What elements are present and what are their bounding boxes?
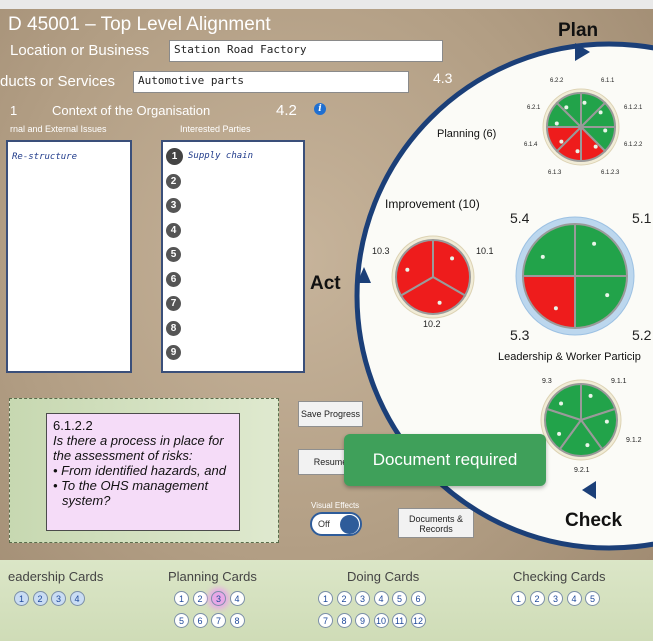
check-pie-segment-dot bbox=[604, 419, 609, 424]
planning-clause-label: 6.1.3 bbox=[548, 170, 562, 176]
doing-card-button-1[interactable]: 1 bbox=[318, 591, 333, 606]
doing-card-button-7[interactable]: 7 bbox=[318, 613, 333, 628]
leadership-cards-title: eadership Cards bbox=[8, 569, 104, 584]
planning-card-button-2[interactable]: 2 bbox=[192, 591, 208, 606]
doing-card-button-9[interactable]: 9 bbox=[355, 613, 370, 628]
leadership-card-button-2[interactable]: 2 bbox=[32, 591, 48, 606]
improvement-clause-label: 10.2 bbox=[423, 319, 441, 329]
doing-card-button-8[interactable]: 8 bbox=[336, 613, 352, 628]
planning-pie-segment-dot bbox=[593, 144, 598, 149]
check-clause-label: 9.1.1 bbox=[611, 378, 627, 385]
checking-card-button-5[interactable]: 5 bbox=[585, 591, 600, 606]
planning-card-button-5[interactable]: 5 bbox=[174, 613, 189, 628]
document-required-toast[interactable]: Document required bbox=[344, 434, 546, 486]
planning-pie-segment-dot bbox=[575, 149, 580, 154]
leadership-clause-label: 5.1 bbox=[632, 210, 652, 226]
planning-card-button-7[interactable]: 7 bbox=[211, 613, 226, 628]
check-pie-segment-dot bbox=[588, 393, 593, 398]
checking-card-button-3[interactable]: 3 bbox=[548, 591, 563, 606]
planning-pie-segment-dot bbox=[564, 105, 569, 110]
checking-cards-title: Checking Cards bbox=[513, 569, 606, 584]
planning-clause-label: 6.2.2 bbox=[550, 78, 564, 84]
pdca-cycle bbox=[354, 41, 653, 551]
checking-card-button-1[interactable]: 1 bbox=[511, 591, 526, 606]
planning-card-button-8[interactable]: 8 bbox=[229, 613, 245, 628]
improvement-pie-segment-dot bbox=[405, 267, 410, 272]
improvement-section-label: Improvement (10) bbox=[385, 197, 480, 211]
plan-label: Plan bbox=[558, 20, 599, 41]
leadership-pie-segment-dot bbox=[553, 306, 558, 311]
improvement-clause-label: 10.3 bbox=[372, 246, 390, 256]
planning-clause-label: 6.1.2.1 bbox=[624, 105, 643, 111]
leadership-pie-segment-dot bbox=[540, 254, 545, 259]
planning-pie-segment-dot bbox=[559, 139, 564, 144]
doing-card-button-5[interactable]: 5 bbox=[392, 591, 407, 606]
checking-card-button-2[interactable]: 2 bbox=[529, 591, 545, 606]
check-pie-segment-dot bbox=[557, 431, 562, 436]
planning-card-button-3[interactable]: 3 bbox=[211, 591, 226, 606]
planning-pie-segment-dot bbox=[598, 110, 603, 115]
check-clause-label: 9.2.1 bbox=[574, 467, 590, 474]
planning-clause-label: 6.2.1 bbox=[527, 105, 541, 111]
doing-card-button-11[interactable]: 11 bbox=[392, 613, 407, 628]
planning-pie-segment-dot bbox=[603, 128, 608, 133]
doing-card-button-3[interactable]: 3 bbox=[355, 591, 370, 606]
improvement-clause-label: 10.1 bbox=[476, 246, 494, 256]
planning-clause-label: 6.1.1 bbox=[601, 78, 615, 84]
checking-card-button-4[interactable]: 4 bbox=[566, 591, 582, 606]
leadership-clause-label: 5.4 bbox=[510, 210, 530, 226]
check-clause-label: 9.3 bbox=[542, 378, 552, 385]
improvement-pie-segment-dot bbox=[450, 256, 455, 261]
planning-card-button-6[interactable]: 6 bbox=[192, 613, 208, 628]
planning-clause-label: 6.1.2.3 bbox=[601, 170, 620, 176]
leadership-clause-label: 5.3 bbox=[510, 327, 530, 343]
improvement-pie-segment-dot bbox=[437, 300, 442, 305]
planning-section-label: Planning (6) bbox=[437, 128, 497, 140]
check-label: Check bbox=[565, 510, 623, 531]
doing-card-button-4[interactable]: 4 bbox=[373, 591, 389, 606]
doing-card-button-12[interactable]: 12 bbox=[410, 613, 426, 628]
doing-card-button-10[interactable]: 10 bbox=[373, 613, 389, 628]
act-label: Act bbox=[310, 273, 341, 294]
check-clause-label: 9.1.2 bbox=[626, 437, 642, 444]
check-pie-segment-dot bbox=[585, 443, 590, 448]
leadership-pie-segment-dot bbox=[592, 241, 597, 246]
planning-clause-label: 6.1.4 bbox=[524, 142, 538, 148]
leadership-card-button-3[interactable]: 3 bbox=[51, 591, 66, 606]
planning-pie-segment-dot bbox=[582, 100, 587, 105]
leadership-clause-label: 5.2 bbox=[632, 327, 652, 343]
doing-cards-title: Doing Cards bbox=[347, 569, 420, 584]
check-pie-segment-dot bbox=[559, 401, 564, 406]
doing-card-button-6[interactable]: 6 bbox=[410, 591, 426, 606]
planning-card-button-4[interactable]: 4 bbox=[229, 591, 245, 606]
planning-pie-segment-dot bbox=[554, 121, 559, 126]
leadership-card-button-1[interactable]: 1 bbox=[14, 591, 29, 606]
leadership-section-label: Leadership & Worker Particip bbox=[498, 351, 641, 363]
doing-card-button-2[interactable]: 2 bbox=[336, 591, 352, 606]
planning-card-button-1[interactable]: 1 bbox=[174, 591, 189, 606]
leadership-pie-segment-dot bbox=[605, 293, 610, 298]
leadership-card-button-4[interactable]: 4 bbox=[69, 591, 85, 606]
planning-cards-title: Planning Cards bbox=[168, 569, 257, 584]
planning-clause-label: 6.1.2.2 bbox=[624, 142, 643, 148]
